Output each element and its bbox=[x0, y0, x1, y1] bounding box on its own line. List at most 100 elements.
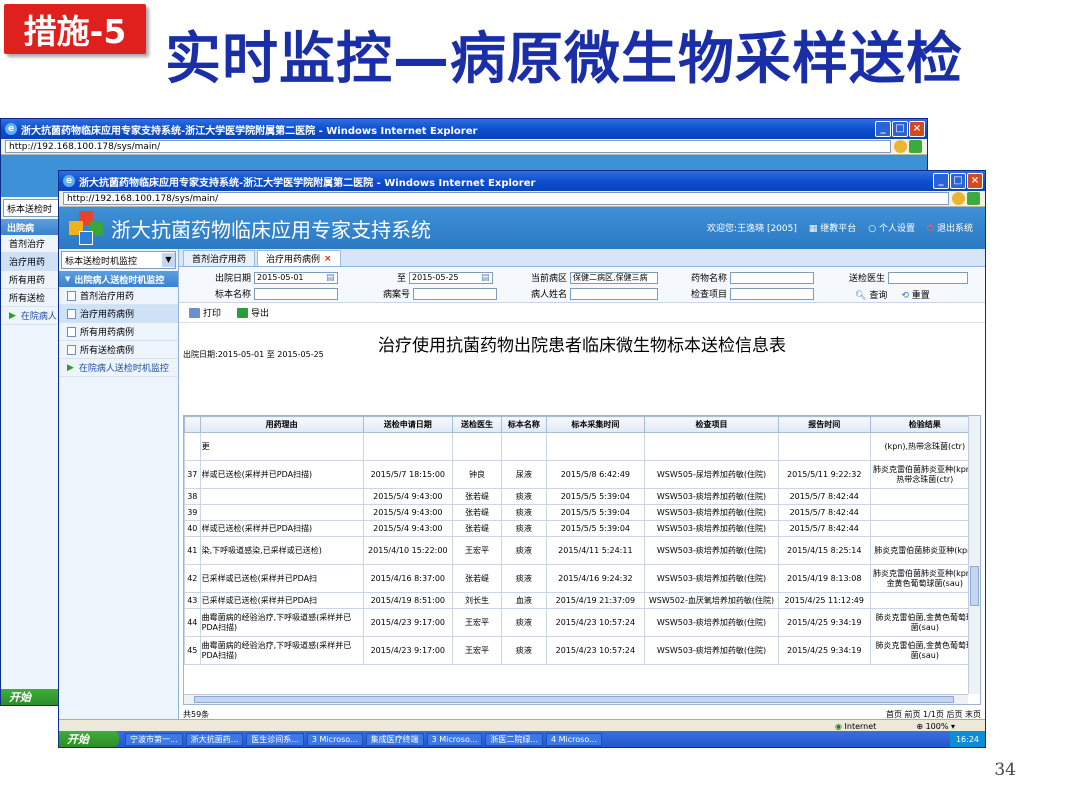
maximize-icon[interactable]: □ bbox=[892, 121, 908, 137]
back-sidebar-item[interactable]: 所有送检 bbox=[1, 289, 62, 307]
sidebar-select[interactable]: 标本送检时机监控 ▼ bbox=[61, 251, 176, 269]
tab-close-icon[interactable]: × bbox=[324, 254, 332, 264]
date-to-value: 2015-05-25 bbox=[412, 273, 459, 282]
table-row[interactable]: 37 样或已送检(采样并已PDA扫描) 2015/5/7 18:15:00 钟良 尿液 2… bbox=[184, 460, 980, 489]
filter-doctor: 送检医生 bbox=[849, 271, 969, 284]
refresh-icon[interactable] bbox=[894, 140, 907, 153]
back-sidebar-header[interactable]: 出院病 bbox=[1, 219, 62, 235]
back-sidebar-group-label: 在院病人 bbox=[20, 312, 57, 322]
table-row[interactable]: 更 (kpn),热带念珠菌(ctr) bbox=[184, 432, 980, 461]
sidebar-section-label: 出院病人送检时机监控 bbox=[74, 275, 165, 286]
close-icon[interactable]: × bbox=[909, 121, 925, 137]
nav-education-label: 继教平台 bbox=[820, 224, 857, 234]
table-cell: 45 bbox=[184, 636, 201, 665]
zoom-control[interactable]: ⊕ 100% ▾ bbox=[916, 722, 955, 731]
scroll-thumb[interactable] bbox=[970, 566, 979, 606]
table-row[interactable]: 42 已采样或已送检(采样并已PDA扫 2015/4/16 8:37:00 张若缇 痰液… bbox=[184, 564, 980, 593]
nav-logout[interactable]: ⏻ 退出系统 bbox=[927, 221, 973, 234]
chevron-down-icon: ▼ bbox=[65, 275, 71, 283]
table-cell: 钟良 bbox=[451, 460, 503, 489]
url-field[interactable]: http://192.168.100.178/sys/main/ bbox=[63, 192, 949, 205]
specimen-input[interactable] bbox=[254, 287, 339, 300]
sidebar-item-all-medication[interactable]: 所有用药病例 bbox=[59, 323, 178, 341]
window-titlebar[interactable]: e 浙大抗菌药物临床应用专家支持系统-浙江大学医学院附属第二医院 - Windo… bbox=[59, 171, 985, 191]
taskbar-item[interactable]: 医生诊间系... bbox=[246, 732, 304, 746]
chevron-down-icon[interactable]: ▼ bbox=[162, 253, 175, 267]
back-sidebar-group[interactable]: ▶ 在院病人 bbox=[1, 307, 62, 325]
address-bar: http://192.168.100.178/sys/main/ bbox=[59, 191, 985, 207]
taskbar-item[interactable]: 4 Microso... bbox=[546, 732, 602, 746]
query-button[interactable]: 🔍︎ 查询 bbox=[855, 288, 887, 301]
table-cell: 2015/4/19 8:51:00 bbox=[362, 592, 453, 609]
go-icon[interactable] bbox=[909, 140, 922, 153]
table-cell: 更 bbox=[199, 432, 364, 461]
table-cell bbox=[545, 432, 645, 461]
back-url-field[interactable]: http://192.168.100.178/sys/main/ bbox=[5, 140, 891, 153]
minimize-icon[interactable]: _ bbox=[933, 173, 949, 189]
record-input[interactable] bbox=[413, 287, 498, 300]
sidebar-section-header[interactable]: ▼ 出院病人送检时机监控 bbox=[59, 271, 178, 287]
ie-icon: e bbox=[63, 175, 75, 187]
table-cell: 曲霉菌病的经验治疗,下呼吸道感(采样并已PDA扫描) bbox=[199, 608, 364, 637]
table-row[interactable]: 41 染,下呼吸道感染,已采样或已送检) 2015/4/10 15:22:00 王宏平… bbox=[184, 536, 980, 565]
maximize-icon[interactable]: □ bbox=[950, 173, 966, 189]
back-sidebar-item[interactable]: 治疗用药 bbox=[1, 253, 62, 271]
back-sidebar-item[interactable]: 首剂治疗 bbox=[1, 235, 62, 253]
taskbar-item[interactable]: 浙大抗菌药... bbox=[185, 732, 244, 746]
taskbar-item[interactable]: 集成医疗终端 bbox=[365, 732, 424, 746]
reset-button[interactable]: ⟲ 重置 bbox=[901, 288, 929, 301]
zoom-icon: ⊕ bbox=[916, 722, 926, 731]
refresh-icon[interactable] bbox=[952, 192, 965, 205]
patient-input[interactable] bbox=[570, 287, 659, 300]
table-row[interactable]: 39 2015/5/4 9:43:00 张若缇 痰液 2015/5/5 5:39:04 W… bbox=[184, 504, 980, 521]
sidebar-item-treatment[interactable]: 治疗用药病例 bbox=[59, 305, 178, 323]
status-zone: ◉ Internet bbox=[835, 722, 876, 731]
exam-input[interactable] bbox=[730, 287, 815, 300]
sidebar-item-first-dose[interactable]: 首剂治疗用药 bbox=[59, 287, 178, 305]
table-row[interactable]: 45 曲霉菌病的经验治疗,下呼吸道感(采样并已PDA扫描) 2015/4/23 9:… bbox=[184, 636, 980, 665]
window-title: 浙大抗菌药物临床应用专家支持系统-浙江大学医学院附属第二医院 - Windows… bbox=[79, 177, 536, 189]
tab-treatment-cases[interactable]: 治疗用药病例 × bbox=[257, 250, 341, 266]
tab-first-dose[interactable]: 首剂治疗用药 bbox=[183, 250, 256, 266]
start-button[interactable]: 开始 bbox=[59, 731, 119, 747]
table-row[interactable]: 40 样或已送检(采样并已PDA扫描) 2015/5/4 9:43:00 张若缇 痰液 2… bbox=[184, 520, 980, 537]
nav-settings[interactable]: ○ 个人设置 bbox=[868, 221, 915, 234]
table-row[interactable]: 38 2015/5/4 9:43:00 张若缇 痰液 2015/5/5 5:39:04 W… bbox=[184, 488, 980, 505]
taskbar-item[interactable]: 宁波市第一... bbox=[125, 732, 183, 746]
sidebar-item-label: 治疗用药病例 bbox=[80, 310, 135, 320]
taskbar-item[interactable]: 3 Microso... bbox=[306, 732, 363, 746]
go-icon[interactable] bbox=[967, 192, 980, 205]
back-sidebar-select[interactable]: 标本送检时 bbox=[3, 199, 60, 217]
globe-icon: ◉ bbox=[835, 722, 845, 731]
table-row[interactable]: 44 曲霉菌病的经验治疗,下呼吸道感(采样并已PDA扫描) 2015/4/23 9:… bbox=[184, 608, 980, 637]
scroll-thumb[interactable] bbox=[194, 696, 954, 703]
calendar-icon[interactable]: ▤ bbox=[481, 273, 490, 283]
taskbar-item[interactable]: 浙医二院绿... bbox=[485, 732, 543, 746]
doctor-input[interactable] bbox=[888, 271, 969, 284]
back-sidebar-item[interactable]: 所有用药 bbox=[1, 271, 62, 289]
taskbar-item[interactable]: 3 Microso... bbox=[426, 732, 483, 746]
filter-label: 出院日期 bbox=[215, 274, 252, 284]
nav-education[interactable]: ▦ 继教平台 bbox=[809, 221, 856, 234]
ward-input[interactable]: 保健二病区,保健三病 bbox=[570, 271, 659, 284]
pager[interactable]: 首页 前页 1/1页 后页 末页 bbox=[886, 709, 981, 720]
table-cell bbox=[869, 592, 980, 609]
close-icon[interactable]: × bbox=[967, 173, 983, 189]
table-cell: 2015/4/15 8:25:14 bbox=[777, 536, 871, 565]
sidebar-group-inpatient[interactable]: ▶ 在院病人送检时机监控 bbox=[59, 359, 178, 377]
table-cell: 2015/5/7 8:42:44 bbox=[777, 520, 871, 537]
drug-input[interactable] bbox=[730, 271, 815, 284]
minimize-icon[interactable]: _ bbox=[875, 121, 891, 137]
table-cell: 王宏平 bbox=[451, 636, 503, 665]
table-row[interactable]: 43 已采样或已送检(采样并已PDA扫 2015/4/19 8:51:00 刘长生 血液… bbox=[184, 592, 980, 609]
calendar-icon[interactable]: ▤ bbox=[326, 273, 335, 283]
horizontal-scrollbar[interactable] bbox=[184, 694, 968, 704]
vertical-scrollbar[interactable] bbox=[968, 416, 980, 694]
sidebar-item-all-submission[interactable]: 所有送检病例 bbox=[59, 341, 178, 359]
back-start-button[interactable]: 开始 bbox=[1, 689, 61, 705]
back-window-titlebar[interactable]: e 浙大抗菌药物临床应用专家支持系统-浙江大学医学院附属第二医院 - Windo… bbox=[1, 119, 927, 139]
play-icon: ▶ bbox=[9, 310, 16, 321]
print-button[interactable]: 打印 bbox=[189, 306, 221, 319]
filter-drug: 药物名称 bbox=[691, 271, 815, 284]
export-button[interactable]: 导出 bbox=[237, 306, 269, 319]
